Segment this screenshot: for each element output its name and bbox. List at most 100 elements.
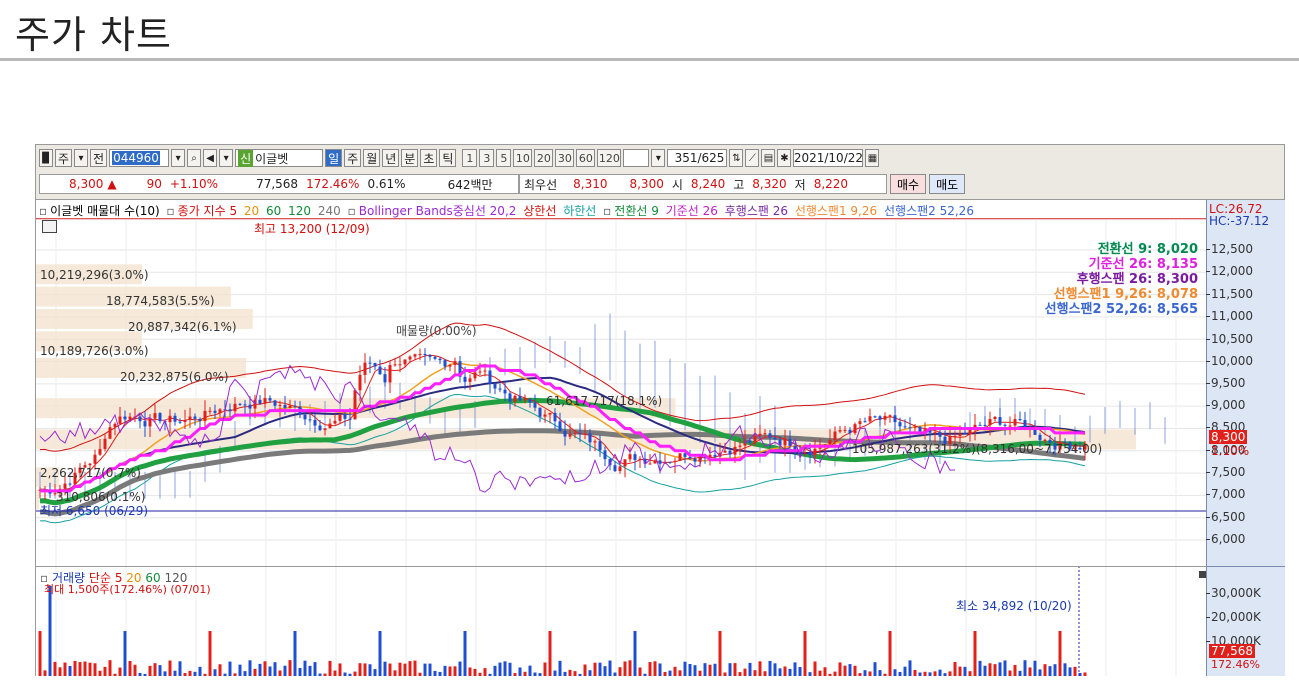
data-count-field[interactable]: 351/625 [667,149,728,167]
period-year-tab[interactable]: 년 [382,149,400,167]
period-minute-tab[interactable]: 분 [401,149,419,167]
stock-code-input[interactable]: 044960 [109,149,170,167]
window-menu-button[interactable]: ▉ [39,149,53,167]
interval-120-button[interactable]: 120 [597,149,622,167]
candle-body [983,424,987,426]
candle-body [568,433,572,437]
candle-body [758,433,762,436]
open-label: 시 [671,177,683,192]
legend-ma-240: 240 [317,204,341,218]
market-type-dropdown[interactable]: ▾ [74,149,89,167]
candle-body [998,417,1002,425]
interval-60-button[interactable]: 60 [576,149,596,167]
data-count-current: 351 [674,151,698,165]
candle-body [938,432,942,437]
candle-body [883,415,887,420]
volume-panel[interactable]: ▫ 거래량 단순 5 20 60 120 최대 1,500주(172.46%) … [36,566,1206,677]
interval-1-button[interactable]: 1 [462,149,478,167]
quote-bar: 8,300 ▲ 90 +1.10% 77,568 172.46% 0.61% 6… [36,173,1284,195]
quote-panel-right: 최우선 8,310 8,300 시 8,240 고 8,320 저 8,220 [519,174,887,194]
panel-close-icon[interactable] [1199,571,1206,578]
interval-5-button[interactable]: 5 [496,149,512,167]
candle-body [323,428,327,431]
candle-body [623,459,627,467]
stock-name-field[interactable]: 신 이글벳 [235,149,324,167]
period-tick-tab[interactable]: 틱 [439,149,457,167]
volume-profile-label-6: 61,617,717(18.1%) [546,394,663,408]
current-price-tag: 8,300 [1209,430,1248,444]
interval-dropdown[interactable]: ▾ [651,149,666,167]
date-field[interactable]: 2021/10/22 [793,149,864,167]
price-tick: 12,000 [1206,264,1253,278]
high-price-annotation: 최고 13,200 (12/09) [254,222,370,236]
speaker-dropdown[interactable]: ▾ [219,149,234,167]
candle-body [548,412,552,415]
candle-body [498,388,502,390]
candle-body [893,415,897,423]
candle-body [438,358,442,361]
candle-body [333,420,337,424]
interval-input[interactable] [623,149,650,167]
period-month-tab[interactable]: 월 [363,149,381,167]
quote-panel-left: 8,300 ▲ 90 +1.10% 77,568 172.46% 0.61% 6… [39,174,519,194]
sell-button[interactable]: 매도 [929,174,966,194]
bar-settings-icon[interactable]: ⇅ [729,149,744,167]
candle-body [393,364,397,366]
candle-body [148,418,152,427]
candle-body [463,376,467,382]
legend-ichimoku[interactable]: 전환선 9 [614,204,659,218]
candle-body [143,421,147,427]
candle-body [433,356,437,359]
current-pct-tag: 1.10% [1211,444,1250,458]
candle-body [808,452,812,456]
interval-10-button[interactable]: 10 [513,149,533,167]
gear-icon[interactable]: ✱ [777,149,792,167]
all-button[interactable]: 전 [90,149,108,167]
buy-button[interactable]: 매수 [890,174,927,194]
interval-3-button[interactable]: 3 [479,149,495,167]
calendar-grid-icon[interactable] [42,220,57,233]
legend-bollinger[interactable]: Bollinger Bands중심선 20,2 [359,204,517,218]
candle-body [138,416,142,422]
candle-body [238,403,242,405]
candle-body [383,374,387,383]
legend-volume-profile[interactable]: 이글벳 매물대 수(10) [50,204,160,218]
price-tick: 12,500 [1206,242,1253,256]
period-day-tab[interactable]: 일 [325,149,343,167]
calendar-icon[interactable]: ▦ [865,149,880,167]
chart-area[interactable]: ▫ 이글벳 매물대 수(10) ▫ 종가 지수 5 20 60 120 240 ▫ B… [36,199,1285,677]
price-axis[interactable]: LC:26.72 HC:-37.12 12,500 12,000 11,500 … [1205,200,1285,676]
price-tick: 10,000 [1206,354,1253,368]
legend-lead-span2: 선행스팬2 52,26 [883,204,974,218]
interval-20-button[interactable]: 20 [534,149,554,167]
volume-profile-label-1: 10,219,296(3.0%) [40,268,149,282]
interval-30-button[interactable]: 30 [555,149,575,167]
candle-body [848,429,852,434]
candle-body [218,409,222,413]
market-type-button[interactable]: 주 [55,149,73,167]
candle-body [843,429,847,431]
candle-body [258,399,262,404]
candle-body [873,416,877,418]
candle-body [693,458,697,462]
candle-body [528,398,532,403]
period-week-tab[interactable]: 주 [344,149,362,167]
search-icon[interactable]: ⌕ [187,149,202,167]
speaker-icon[interactable]: ◀ [203,149,218,167]
candle-body [738,445,742,447]
save-icon[interactable]: ▤ [761,149,776,167]
ichimoku-lag-value: 후행스팬 26: 8,300 [1076,272,1198,287]
candle-body [633,454,637,460]
candle-body [283,404,287,408]
best-ask: 8,310 [573,177,608,191]
legend-ma[interactable]: 종가 지수 5 [178,204,237,218]
candle-body [553,412,557,422]
line-tool-icon[interactable]: ⟋ [745,149,760,167]
stock-chart-window: ▉ 주 ▾ 전 044960 ▾ ⌕ ◀ ▾ 신 이글벳 일 주 월 년 분 초 … [35,144,1285,676]
stock-code-dropdown[interactable]: ▾ [171,149,186,167]
candle-body [113,423,117,428]
price-tick: 9,500 [1205,376,1246,390]
candle-body [403,359,407,365]
candle-body [468,378,472,382]
period-second-tab[interactable]: 초 [420,149,438,167]
